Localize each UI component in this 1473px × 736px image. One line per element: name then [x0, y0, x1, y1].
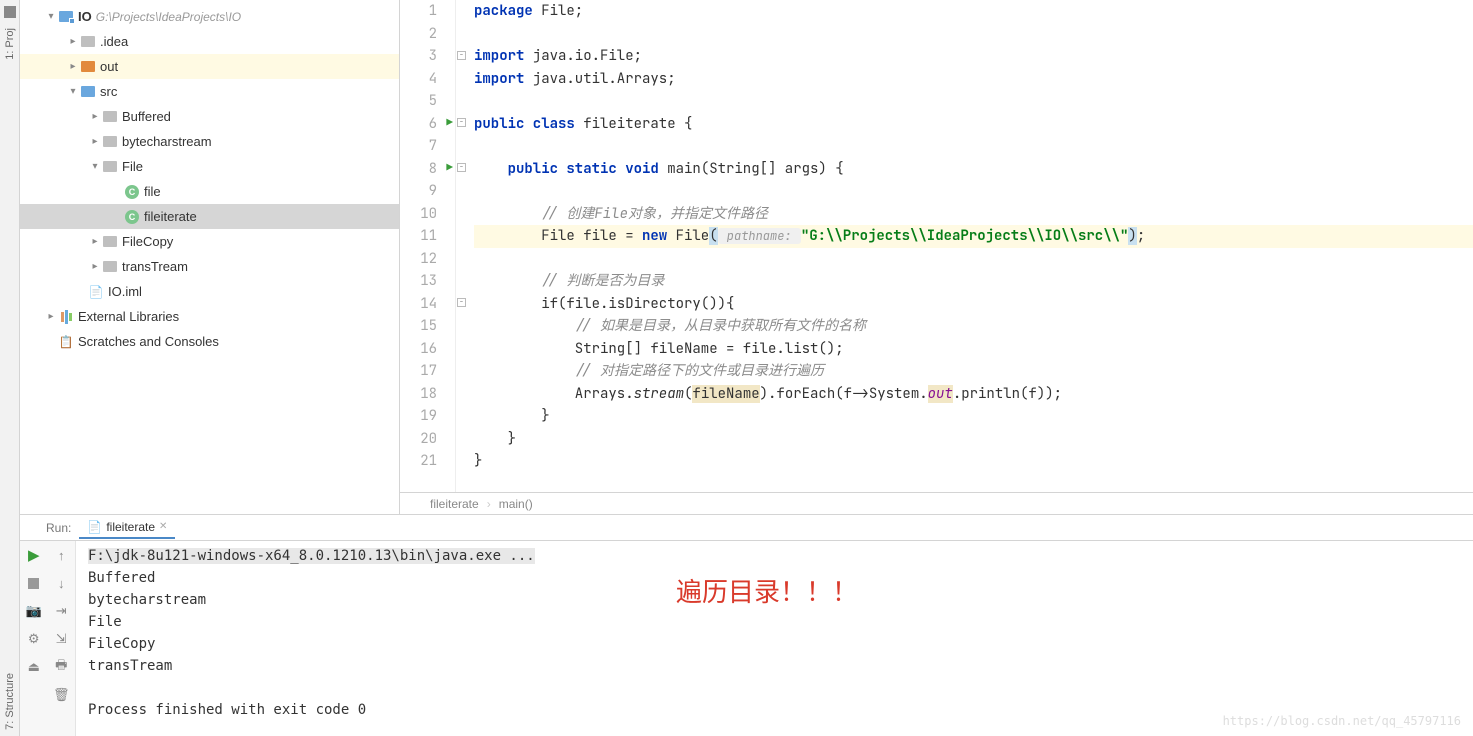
code-area[interactable]: 12345 6▶ 7 8▶ 9101112 13141516 171819202…: [400, 0, 1473, 492]
tree-src[interactable]: ▾ src: [20, 79, 399, 104]
chevron-right-icon[interactable]: ▸: [88, 111, 102, 122]
chevron-right-icon[interactable]: ▸: [88, 236, 102, 247]
chevron-right-icon[interactable]: ▸: [88, 261, 102, 272]
module-icon: [58, 9, 74, 25]
class-icon: C: [124, 184, 140, 200]
tree-fileiterate-class[interactable]: C fileiterate: [20, 204, 399, 229]
run-toolbar: ▶ ↑ ↓ 📷 ⇥ ⚙ ⇲ ⏏ 🖶 🗑: [20, 541, 76, 736]
upper-split: ▾ IO G:\Projects\IdeaProjects\IO ▸ .idea…: [20, 0, 1473, 514]
run-gutter-icon[interactable]: ▶: [446, 157, 453, 180]
tree-idea[interactable]: ▸ .idea: [20, 29, 399, 54]
fold-marker-icon[interactable]: −: [457, 51, 466, 60]
tree-bytecharstream[interactable]: ▸ bytecharstream: [20, 129, 399, 154]
tree-out[interactable]: ▸ out: [20, 54, 399, 79]
annotation-overlay: 遍历目录！！！: [676, 581, 858, 603]
line-number-gutter[interactable]: 12345 6▶ 7 8▶ 9101112 13141516 171819202…: [400, 0, 456, 492]
chevron-down-icon[interactable]: ▾: [88, 161, 102, 172]
console-cmdline: F:\jdk-8u121-windows-x64_8.0.1210.13\bin…: [88, 548, 535, 564]
chevron-right-icon[interactable]: ▸: [66, 36, 80, 47]
fold-marker-icon[interactable]: −: [457, 163, 466, 172]
project-tree[interactable]: ▾ IO G:\Projects\IdeaProjects\IO ▸ .idea…: [20, 0, 400, 514]
package-icon: [102, 234, 118, 250]
editor: 12345 6▶ 7 8▶ 9101112 13141516 171819202…: [400, 0, 1473, 514]
breadcrumb[interactable]: fileiterate › main(): [400, 492, 1473, 514]
fold-marker-icon[interactable]: −: [457, 118, 466, 127]
exit-icon[interactable]: ⏏: [24, 657, 44, 677]
trash-icon[interactable]: 🗑: [51, 685, 71, 705]
main-area: ▾ IO G:\Projects\IdeaProjects\IO ▸ .idea…: [20, 0, 1473, 736]
console-output[interactable]: F:\jdk-8u121-windows-x64_8.0.1210.13\bin…: [76, 541, 1473, 736]
project-toolwindow-label[interactable]: 1: Proj: [4, 28, 16, 60]
up-icon[interactable]: ↑: [51, 545, 71, 565]
console-line: transTream: [88, 655, 1461, 677]
fold-marker-icon[interactable]: −: [457, 298, 466, 307]
breadcrumb-method[interactable]: main(): [499, 497, 533, 511]
run-gutter-icon[interactable]: ▶: [446, 112, 453, 135]
run-body: ▶ ↑ ↓ 📷 ⇥ ⚙ ⇲ ⏏ 🖶 🗑 F:\jdk-8u121-windows…: [20, 541, 1473, 736]
screenshot-icon[interactable]: 📷: [24, 601, 44, 621]
rerun-button[interactable]: ▶: [24, 545, 44, 565]
scroll-to-end-icon[interactable]: ⇲: [51, 629, 71, 649]
left-toolwindow-bar: 1: Proj 7: Structure: [0, 0, 20, 736]
console-line: FileCopy: [88, 633, 1461, 655]
code-text[interactable]: package File; import java.io.File; impor…: [470, 0, 1473, 492]
tree-buffered[interactable]: ▸ Buffered: [20, 104, 399, 129]
chevron-right-icon[interactable]: ▸: [88, 136, 102, 147]
tree-scratches[interactable]: 📋 Scratches and Consoles: [20, 329, 399, 354]
run-config-icon: 📄: [87, 520, 102, 534]
scratches-icon: 📋: [58, 334, 74, 350]
tree-file-pkg[interactable]: ▾ File: [20, 154, 399, 179]
class-icon: C: [124, 209, 140, 225]
chevron-right-icon[interactable]: ▸: [66, 61, 80, 72]
tree-transtream[interactable]: ▸ transTream: [20, 254, 399, 279]
inlay-hint: pathname:: [718, 228, 801, 244]
tree-filecopy[interactable]: ▸ FileCopy: [20, 229, 399, 254]
folder-icon: [80, 34, 96, 50]
soft-wrap-icon[interactable]: ⇥: [51, 601, 71, 621]
attach-icon[interactable]: ⚙: [24, 629, 44, 649]
tree-external-libraries[interactable]: ▸ External Libraries: [20, 304, 399, 329]
libraries-icon: [58, 309, 74, 325]
run-tab-fileiterate[interactable]: 📄 fileiterate ✕: [79, 517, 175, 539]
package-icon: [102, 134, 118, 150]
breadcrumb-class[interactable]: fileiterate: [430, 497, 479, 511]
stop-button[interactable]: [24, 573, 44, 593]
chevron-down-icon[interactable]: ▾: [44, 11, 58, 22]
package-icon: [102, 159, 118, 175]
package-icon: [102, 259, 118, 275]
run-tabs: Run: 📄 fileiterate ✕: [20, 515, 1473, 541]
tree-root-path: G:\Projects\IdeaProjects\IO: [96, 10, 241, 24]
run-label: Run:: [46, 521, 71, 535]
package-icon: [102, 109, 118, 125]
watermark: https://blog.csdn.net/qq_45797116: [1223, 710, 1461, 732]
chevron-down-icon[interactable]: ▾: [66, 86, 80, 97]
close-icon[interactable]: ✕: [159, 521, 167, 532]
tree-iml[interactable]: 📄 IO.iml: [20, 279, 399, 304]
tree-root[interactable]: ▾ IO G:\Projects\IdeaProjects\IO: [20, 4, 399, 29]
run-panel: Run: 📄 fileiterate ✕ ▶ ↑ ↓ 📷 ⇥ ⚙ ⇲ ⏏ 🖶 🗑: [20, 514, 1473, 736]
tree-file-class[interactable]: C file: [20, 179, 399, 204]
iml-file-icon: 📄: [88, 284, 104, 300]
chevron-right-icon[interactable]: ▸: [44, 311, 58, 322]
chevron-right-icon: ›: [487, 497, 491, 511]
folder-icon: [80, 59, 96, 75]
fold-gutter[interactable]: − − − −: [456, 0, 470, 492]
project-toolwindow-icon[interactable]: [4, 6, 16, 18]
print-icon[interactable]: 🖶: [51, 657, 71, 677]
console-line: File: [88, 611, 1461, 633]
source-folder-icon: [80, 84, 96, 100]
structure-toolwindow-label[interactable]: 7: Structure: [4, 673, 16, 730]
down-icon[interactable]: ↓: [51, 573, 71, 593]
